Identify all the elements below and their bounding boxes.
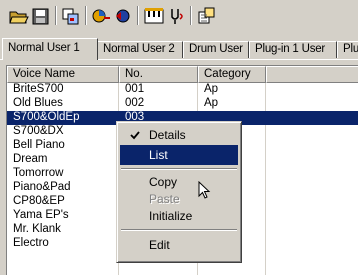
voice-name-cell: Mr. Klank: [13, 223, 61, 235]
voice-name-cell: BriteS700: [13, 83, 64, 95]
tab-plug-in-2-user[interactable]: Plu: [337, 41, 358, 58]
menu-item-details[interactable]: Details: [120, 125, 238, 145]
tab-normal-user-1[interactable]: Normal User 1: [2, 38, 98, 60]
category-cell: Ap: [204, 83, 219, 95]
tuning-fork-icon[interactable]: [166, 6, 188, 26]
toolbar-separator: [55, 6, 57, 25]
toolbar-separator: [137, 6, 139, 25]
record-icon[interactable]: [112, 6, 134, 26]
column-header-no[interactable]: No.: [119, 66, 198, 83]
export-icon[interactable]: [196, 6, 218, 26]
toolbar-separator: [85, 6, 87, 25]
tab-drum-user[interactable]: Drum User: [183, 41, 249, 58]
mouse-pointer-icon: [198, 180, 212, 201]
save-icon[interactable]: [30, 6, 52, 26]
voice-name-cell: Dream: [13, 153, 48, 165]
open-folder-icon[interactable]: [8, 6, 30, 26]
table-row[interactable]: BriteS700 001 Ap: [7, 83, 358, 97]
column-header-empty: [266, 66, 358, 83]
menu-separator: [121, 229, 237, 231]
context-menu: Details List Copy Paste Initialize Edit: [116, 121, 242, 263]
tab-plug-in-1-user[interactable]: Plug-in 1 User: [249, 41, 337, 58]
voice-name-cell: S700&OldEp: [13, 111, 80, 123]
menu-separator: [121, 168, 237, 170]
voice-number-cell: 002: [125, 97, 145, 109]
piano-icon[interactable]: [143, 6, 165, 26]
voice-name-cell: Yama EP's: [13, 209, 69, 221]
menu-item-list[interactable]: List: [120, 145, 238, 165]
voice-name-cell: Bell Piano: [13, 139, 65, 151]
tab-strip: Normal User 1 Normal User 2 Drum User Pl…: [0, 38, 358, 60]
menu-item-label: Initialize: [149, 209, 193, 223]
toolbar: [0, 0, 358, 30]
voice-name-cell: S700&DX: [13, 125, 64, 137]
copy-settings-icon[interactable]: [60, 6, 82, 26]
voice-name-cell: CP80&EP: [13, 195, 65, 207]
category-cell: Ap: [204, 97, 219, 109]
tab-normal-user-2[interactable]: Normal User 2: [97, 41, 183, 58]
menu-item-initialize[interactable]: Initialize: [120, 206, 238, 226]
menu-item-edit[interactable]: Edit: [120, 235, 238, 255]
voice-number-cell: 001: [125, 83, 145, 95]
toolbar-separator: [190, 6, 192, 25]
menu-item-label: Edit: [149, 238, 170, 252]
voice-name-cell: Piano&Pad: [13, 181, 71, 193]
voice-name-cell: Old Blues: [13, 97, 63, 109]
column-header-category[interactable]: Category: [198, 66, 266, 83]
menu-item-label: Details: [149, 128, 186, 142]
voice-name-cell: Electro: [13, 237, 49, 249]
column-header-voice-name[interactable]: Voice Name: [7, 66, 119, 83]
voice-name-cell: Tomorrow: [13, 167, 64, 179]
menu-item-label: List: [149, 148, 168, 162]
table-row[interactable]: Old Blues 002 Ap: [7, 97, 358, 111]
paint-icon[interactable]: [90, 6, 112, 26]
